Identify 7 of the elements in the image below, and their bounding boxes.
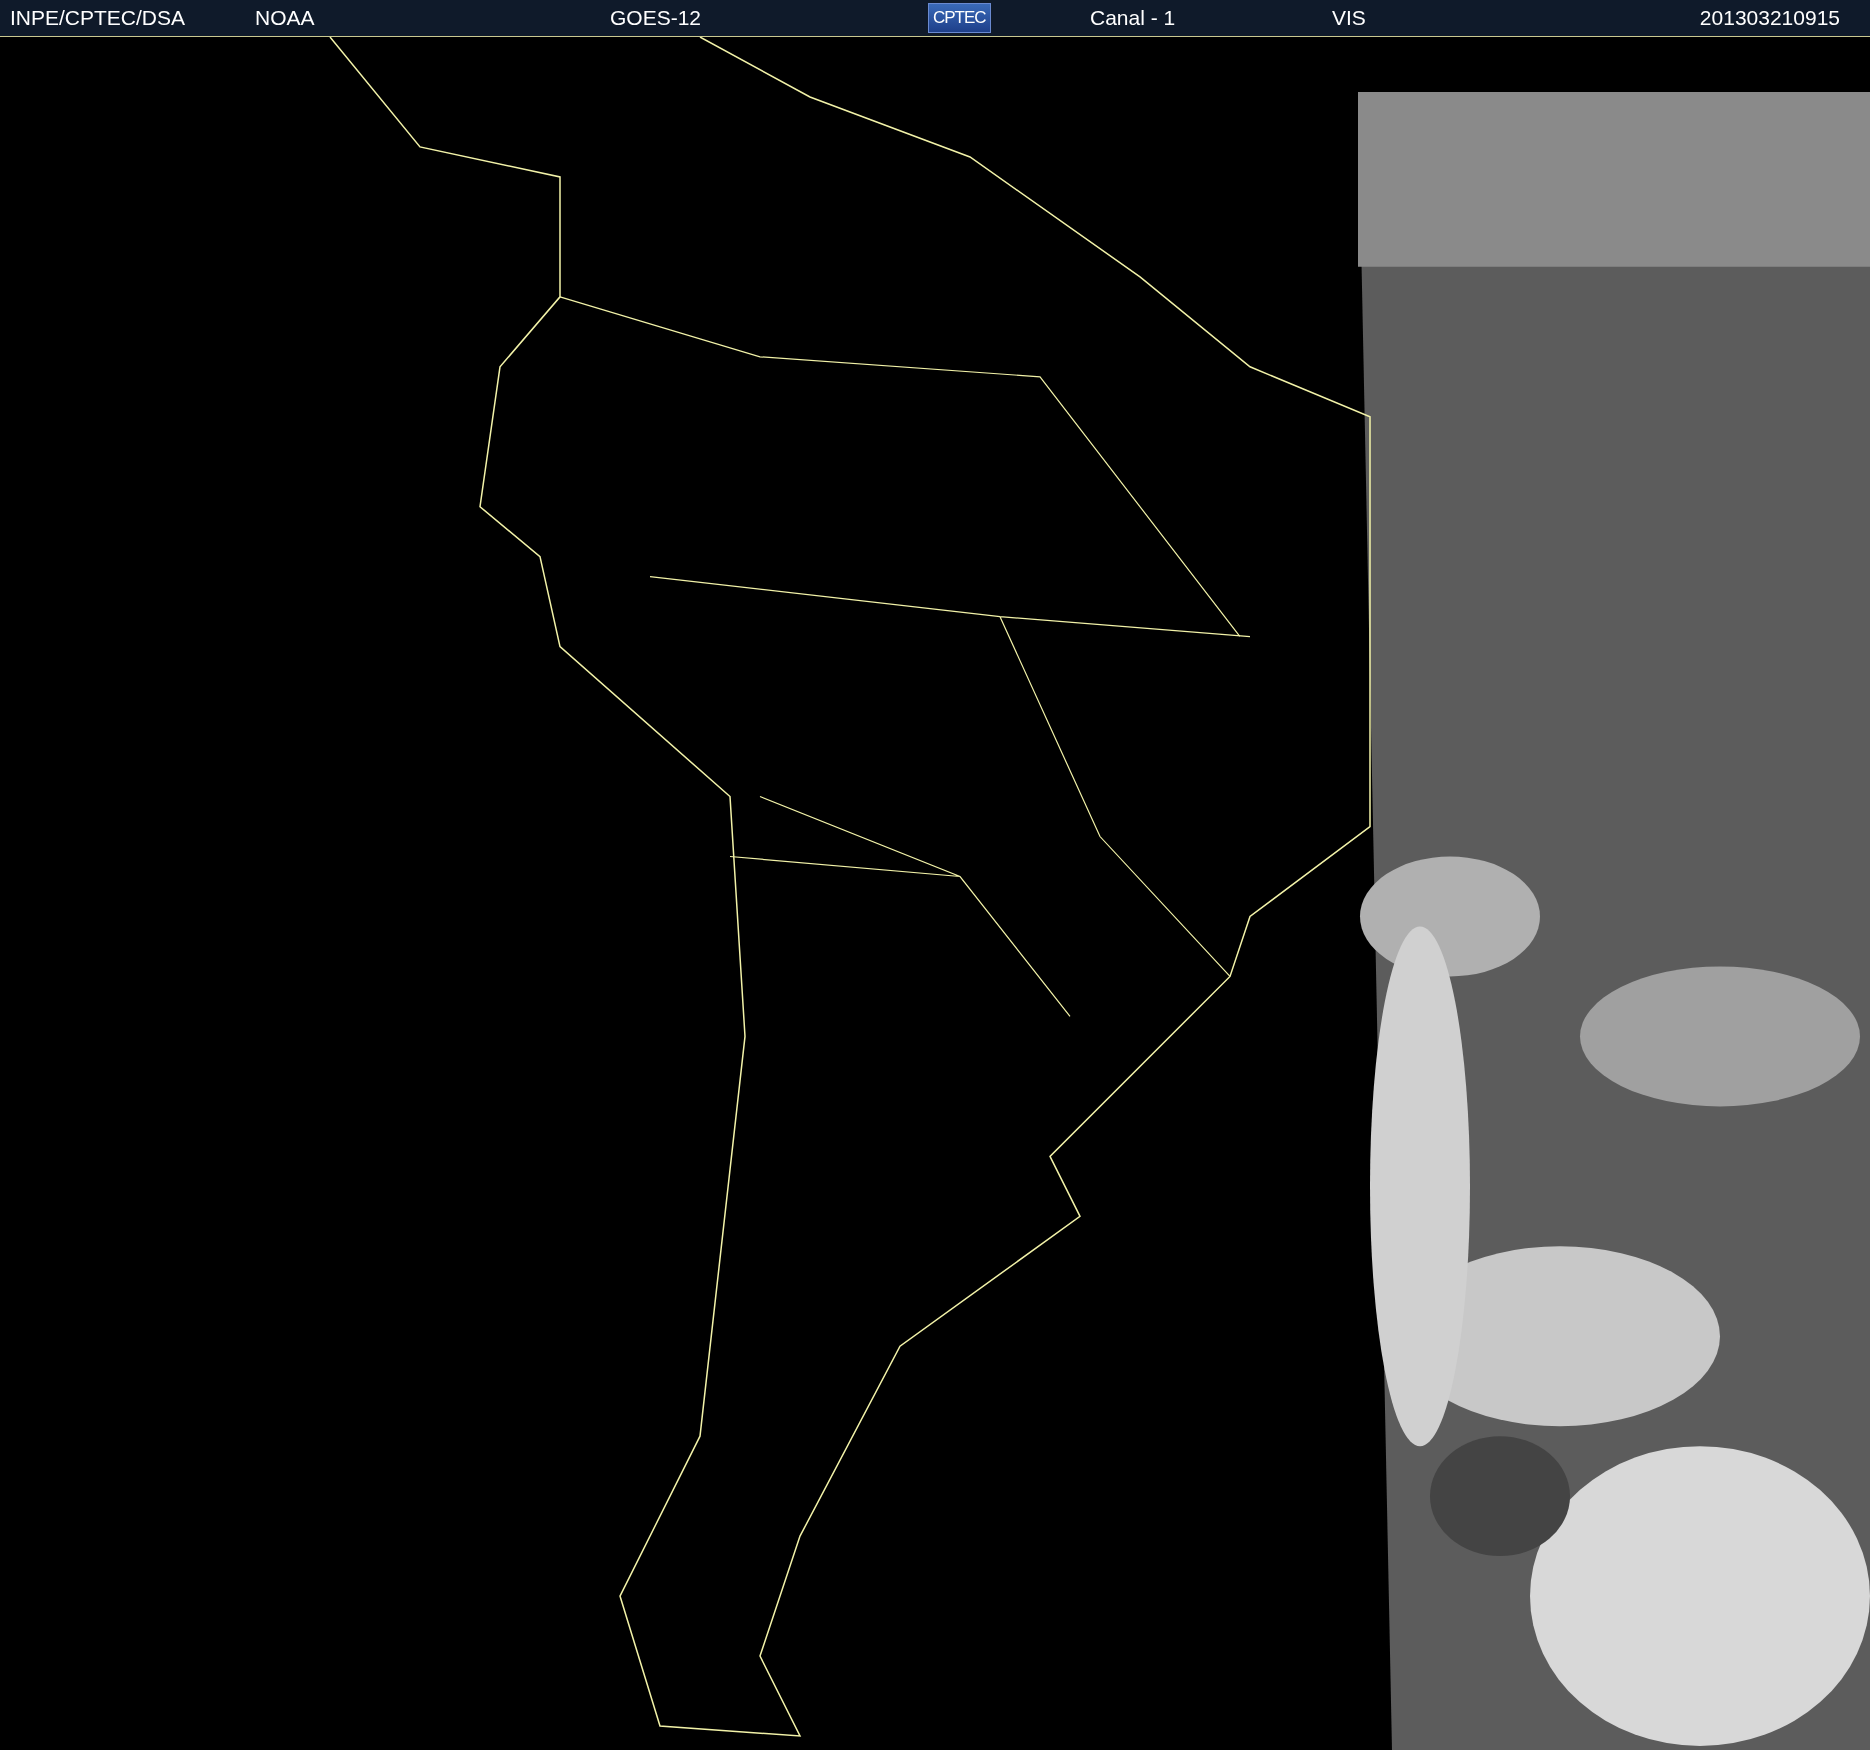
header-label: NOAA: [255, 6, 316, 30]
header-label: VIS: [1332, 6, 1367, 30]
header-label: Canal - 1: [1090, 6, 1177, 30]
header-label: GOES-12: [610, 6, 703, 30]
timestamp: 201303210915: [1699, 6, 1840, 30]
header-label: INPE/CPTEC/DSA: [10, 6, 187, 30]
logo: CPTEC: [928, 3, 991, 33]
